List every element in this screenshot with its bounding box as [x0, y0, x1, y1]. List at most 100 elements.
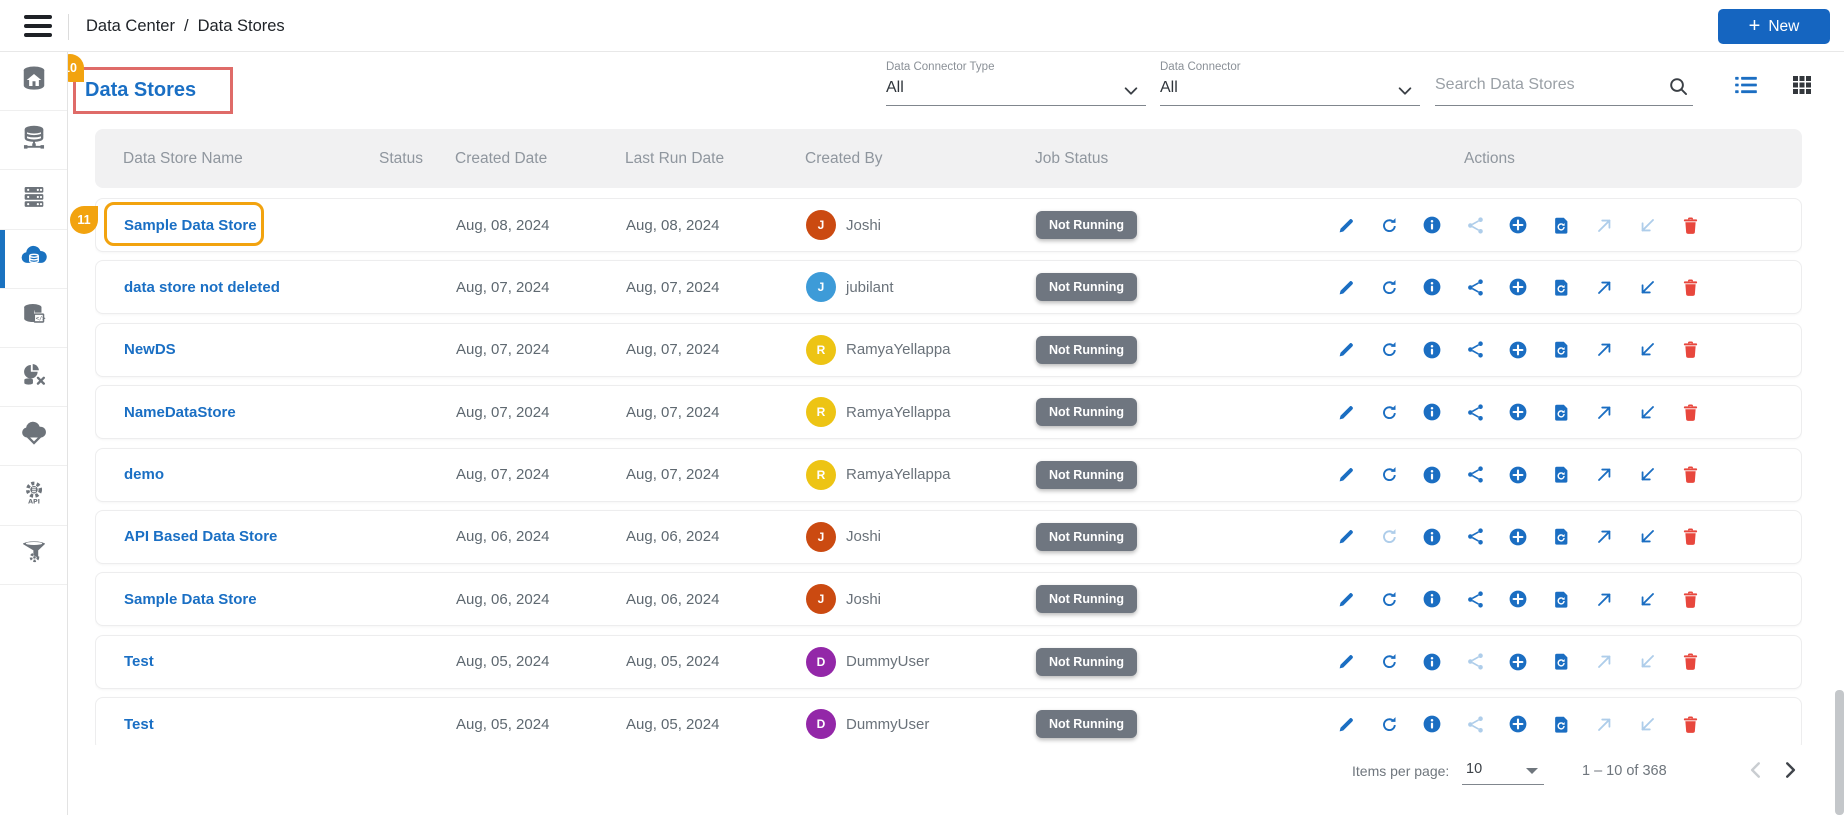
- delete-icon[interactable]: [1680, 714, 1700, 734]
- refresh-icon[interactable]: [1379, 277, 1399, 297]
- add-icon[interactable]: [1508, 652, 1528, 672]
- share-icon[interactable]: [1465, 527, 1485, 547]
- minimize-icon[interactable]: [1637, 465, 1657, 485]
- maximize-icon[interactable]: [1594, 465, 1614, 485]
- data-store-name-link[interactable]: NewDS: [124, 324, 176, 376]
- edit-icon[interactable]: [1336, 340, 1356, 360]
- share-icon[interactable]: [1465, 340, 1485, 360]
- data-store-name-link[interactable]: Sample Data Store: [124, 573, 257, 625]
- data-store-name-link[interactable]: Test: [124, 636, 154, 688]
- data-store-name-link[interactable]: data store not deleted: [124, 261, 280, 313]
- info-icon[interactable]: [1422, 340, 1442, 360]
- edit-icon[interactable]: [1336, 652, 1356, 672]
- share-icon[interactable]: [1465, 589, 1485, 609]
- edit-icon[interactable]: [1336, 589, 1356, 609]
- minimize-icon[interactable]: [1637, 402, 1657, 422]
- info-icon[interactable]: [1422, 277, 1442, 297]
- share-icon[interactable]: [1465, 402, 1485, 422]
- data-store-name-link[interactable]: API Based Data Store: [124, 511, 277, 563]
- delete-icon[interactable]: [1680, 527, 1700, 547]
- sidebar-item-data-prep[interactable]: [0, 348, 67, 407]
- info-icon[interactable]: [1422, 527, 1442, 547]
- refresh-icon[interactable]: [1379, 340, 1399, 360]
- refresh-icon[interactable]: [1379, 589, 1399, 609]
- sidebar-item-code-data[interactable]: </>: [0, 289, 67, 348]
- edit-icon[interactable]: [1336, 215, 1356, 235]
- restore-version-icon[interactable]: [1551, 589, 1571, 609]
- breadcrumb-page[interactable]: Data Stores: [198, 17, 285, 36]
- refresh-icon[interactable]: [1379, 215, 1399, 235]
- restore-version-icon[interactable]: [1551, 714, 1571, 734]
- data-connector-select[interactable]: Data Connector All: [1160, 58, 1420, 106]
- vertical-scrollbar[interactable]: [1835, 690, 1844, 815]
- restore-version-icon[interactable]: [1551, 277, 1571, 297]
- refresh-icon[interactable]: [1379, 402, 1399, 422]
- restore-version-icon[interactable]: [1551, 340, 1571, 360]
- refresh-icon[interactable]: [1379, 652, 1399, 672]
- restore-version-icon[interactable]: [1551, 215, 1571, 235]
- list-view-icon[interactable]: [1733, 72, 1759, 103]
- sidebar-item-data-lake[interactable]: [0, 407, 67, 466]
- delete-icon[interactable]: [1680, 402, 1700, 422]
- add-icon[interactable]: [1508, 589, 1528, 609]
- sidebar-item-data-stores[interactable]: [0, 230, 67, 289]
- info-icon[interactable]: [1422, 714, 1442, 734]
- add-icon[interactable]: [1508, 714, 1528, 734]
- data-connector-type-select[interactable]: Data Connector Type All: [886, 58, 1146, 106]
- minimize-icon[interactable]: [1637, 277, 1657, 297]
- add-icon[interactable]: [1508, 340, 1528, 360]
- refresh-icon[interactable]: [1379, 714, 1399, 734]
- delete-icon[interactable]: [1680, 465, 1700, 485]
- refresh-icon[interactable]: [1379, 465, 1399, 485]
- new-button[interactable]: + New: [1718, 9, 1830, 44]
- info-icon[interactable]: [1422, 589, 1442, 609]
- delete-icon[interactable]: [1680, 589, 1700, 609]
- edit-icon[interactable]: [1336, 277, 1356, 297]
- menu-icon[interactable]: [24, 15, 54, 37]
- delete-icon[interactable]: [1680, 277, 1700, 297]
- restore-version-icon[interactable]: [1551, 652, 1571, 672]
- edit-icon[interactable]: [1336, 402, 1356, 422]
- next-page-icon[interactable]: [1777, 757, 1803, 783]
- maximize-icon[interactable]: [1594, 277, 1614, 297]
- restore-version-icon[interactable]: [1551, 465, 1571, 485]
- delete-icon[interactable]: [1680, 652, 1700, 672]
- grid-view-icon[interactable]: [1790, 72, 1814, 101]
- items-per-page-select[interactable]: 10: [1462, 755, 1544, 785]
- maximize-icon[interactable]: [1594, 589, 1614, 609]
- data-store-name-link[interactable]: Test: [124, 698, 154, 746]
- add-icon[interactable]: [1508, 527, 1528, 547]
- info-icon[interactable]: [1422, 652, 1442, 672]
- data-store-name-link[interactable]: demo: [124, 449, 164, 501]
- edit-icon[interactable]: [1336, 714, 1356, 734]
- add-icon[interactable]: [1508, 402, 1528, 422]
- maximize-icon[interactable]: [1594, 527, 1614, 547]
- delete-icon[interactable]: [1680, 340, 1700, 360]
- search-input[interactable]: [1435, 76, 1645, 94]
- sidebar-item-data-sources[interactable]: [0, 111, 67, 170]
- maximize-icon[interactable]: [1594, 340, 1614, 360]
- maximize-icon[interactable]: [1594, 402, 1614, 422]
- sidebar-item-servers[interactable]: [0, 170, 67, 229]
- edit-icon[interactable]: [1336, 527, 1356, 547]
- minimize-icon[interactable]: [1637, 527, 1657, 547]
- sidebar-item-data-pipeline[interactable]: [0, 526, 67, 585]
- sidebar-item-api[interactable]: API: [0, 466, 67, 525]
- info-icon[interactable]: [1422, 465, 1442, 485]
- share-icon[interactable]: [1465, 277, 1485, 297]
- edit-icon[interactable]: [1336, 465, 1356, 485]
- sidebar-item-data-center[interactable]: [0, 52, 67, 111]
- breadcrumb-section[interactable]: Data Center: [86, 17, 175, 36]
- info-icon[interactable]: [1422, 215, 1442, 235]
- share-icon[interactable]: [1465, 465, 1485, 485]
- minimize-icon[interactable]: [1637, 589, 1657, 609]
- info-icon[interactable]: [1422, 402, 1442, 422]
- restore-version-icon[interactable]: [1551, 402, 1571, 422]
- search-icon[interactable]: [1668, 76, 1689, 102]
- delete-icon[interactable]: [1680, 215, 1700, 235]
- data-store-name-link[interactable]: NameDataStore: [124, 386, 236, 438]
- add-icon[interactable]: [1508, 465, 1528, 485]
- add-icon[interactable]: [1508, 215, 1528, 235]
- restore-version-icon[interactable]: [1551, 527, 1571, 547]
- minimize-icon[interactable]: [1637, 340, 1657, 360]
